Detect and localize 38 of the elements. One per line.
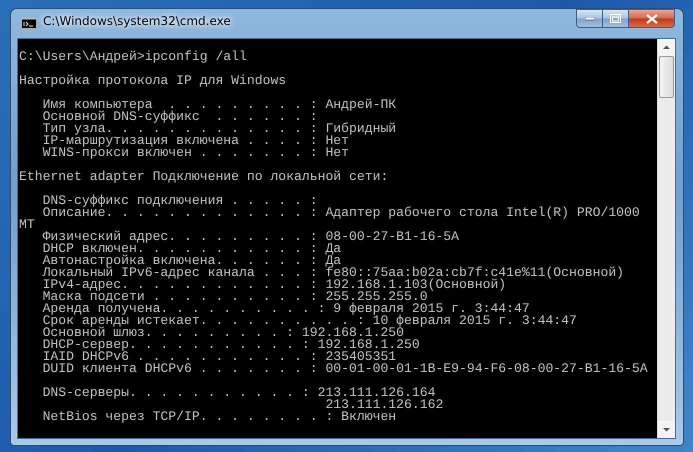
console-line: MT [19,219,36,231]
console-line: Настройка протокола IP для Windows [19,75,288,87]
console-line: Имя компьютера . . . . . . . . . : Андрей-ПК [42,99,398,111]
console-line: 213.111.126.162 [324,399,444,411]
console-line: Маска подсети . . . . . . . . . . : 255.255.255.0 [42,291,428,303]
console-line: Основной шлюз. . . . . . . . . : 192.168.1.250 [42,327,404,339]
minimize-button[interactable] [576,9,603,28]
console-line: Аренда получена. . . . . . . . . . : 9 февраля 2015 г. 3:44:47 [42,303,530,315]
console-line: WINS-прокси включен . . . . . . . : Нет [42,147,350,159]
console-line: Срок аренды истекает. . . . . . . . . . : 10 февраля 2015 г. 3:44:47 [42,315,578,327]
close-icon [646,14,658,24]
console-line: C:\Users\Андрей>ipconfig /all [19,51,248,63]
console-line: Автонастройка включена. . . . . . : Да [42,255,342,267]
minimize-icon [584,16,594,20]
console-line: DNS-серверы. . . . . . . . . . . : 213.111.126.164 [42,387,436,399]
console-line: Основной DNS-суффикс . . . . . . : [42,111,319,123]
maximize-button[interactable] [602,9,629,28]
scrollbar[interactable] [657,39,675,438]
console-app-icon [21,17,37,29]
console-line: Физический адрес. . . . . . . . . : 08-00-27-B1-16-5A [42,231,460,243]
console-line: DHCP-сервер. . . . . . . . . . . : 192.168.1.250 [42,339,421,351]
scroll-down-icon[interactable] [658,421,675,438]
console-line: DNS-суффикс подключения . . . . . : [42,195,319,207]
console-line: IAID DHCPv6 . . . . . . . . . . . : 235405351 [42,351,396,363]
console-line: IPv4-адрес. . . . . . . . . . . . : 192.168.1.103(Основной) [42,279,506,291]
console-line: DHCP включен. . . . . . . . . . . : Да [42,243,342,255]
scroll-up-icon[interactable] [658,39,675,56]
window-title: C:\Windows\system32\cmd.exe [43,14,231,28]
console-line: Описание. . . . . . . . . . . . . : Адаптер рабочего стола Intel(R) PRO/1000 [42,207,641,219]
console-line: DUID клиента DHCPv6 . . . . . . . : 00-01-00-01-1B-E9-94-F6-08-00-27-B1-16-5A [42,363,649,375]
console-line: NetBios через TCP/IP. . . . . . . . : Включен [42,411,398,423]
console-line: Ethernet adapter Подключение по локальной сети: [19,171,390,183]
console-line: Тип узла. . . . . . . . . . . . . : Гибридный [42,123,398,135]
scroll-thumb[interactable] [659,56,674,98]
maximize-icon [610,14,621,23]
console-line: Локальный IPv6-адрес канала . . . : fe80::75aa:b02a:cb7f:c41e%11(Основной) [42,267,626,279]
console-line: IP-маршрутизация включена . . . . : Нет [42,135,350,147]
close-button[interactable] [628,9,675,28]
